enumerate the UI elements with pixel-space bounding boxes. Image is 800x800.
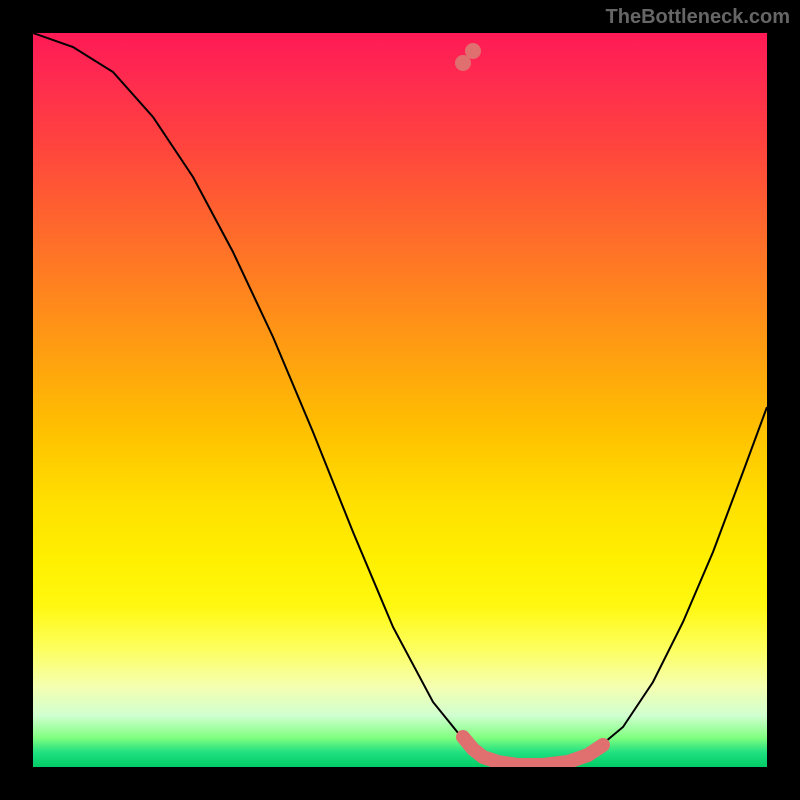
watermark-text: TheBottleneck.com — [606, 6, 790, 29]
marker-dot — [465, 43, 481, 59]
bottleneck-curve — [33, 33, 767, 765]
chart-svg — [33, 33, 767, 767]
chart-plot-area — [33, 33, 767, 767]
optimal-zone-marker — [463, 737, 603, 765]
